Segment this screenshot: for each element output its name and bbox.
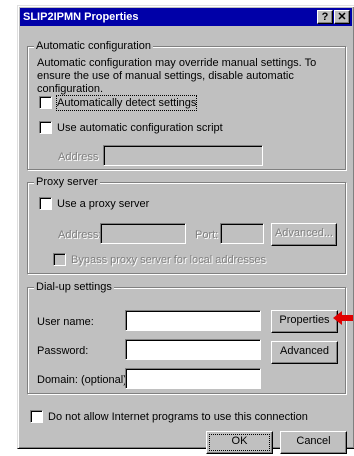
red-arrow-icon xyxy=(333,311,353,325)
automatic-configuration-legend: Automatic configuration xyxy=(34,39,153,53)
properties-dialog: SLIP2IPMN Properties ? ✕ Automatic confi… xyxy=(17,5,354,454)
ok-button[interactable]: OK xyxy=(206,431,273,454)
no-internet-checkbox[interactable] xyxy=(30,410,43,423)
no-internet-label[interactable]: Do not allow Internet programs to use th… xyxy=(48,410,308,424)
bypass-local-checkbox[interactable] xyxy=(53,253,66,266)
help-button[interactable]: ? xyxy=(317,10,333,24)
user-name-label: User name: xyxy=(37,316,94,328)
use-proxy-label[interactable]: Use a proxy server xyxy=(57,197,149,211)
proxy-address-label: Address: xyxy=(58,229,102,241)
domain-input[interactable] xyxy=(125,368,261,389)
proxy-port-label: Port: xyxy=(195,229,219,241)
password-label: Password: xyxy=(37,345,89,357)
proxy-server-legend: Proxy server xyxy=(34,175,100,189)
config-script-label[interactable]: Use automatic configuration script xyxy=(57,121,223,135)
dial-up-settings-group: Dial-up settings User name: Password: Do… xyxy=(27,280,346,394)
user-name-input[interactable] xyxy=(125,310,261,331)
dial-up-advanced-button[interactable]: Advanced xyxy=(271,341,338,364)
dial-up-properties-button[interactable]: Properties xyxy=(271,310,338,333)
automatic-configuration-description: Automatic configuration may override man… xyxy=(37,57,317,95)
dial-up-settings-legend: Dial-up settings xyxy=(34,280,114,294)
close-button[interactable]: ✕ xyxy=(334,10,350,24)
cancel-button[interactable]: Cancel xyxy=(280,431,347,454)
domain-label: Domain: (optional) xyxy=(37,374,127,386)
use-proxy-checkbox[interactable] xyxy=(39,197,52,210)
proxy-server-group: Proxy server Use a proxy server Address:… xyxy=(27,175,346,274)
title-bar: SLIP2IPMN Properties ? ✕ xyxy=(20,8,352,26)
auto-detect-label[interactable]: Automatically detect settings xyxy=(55,95,198,111)
automatic-configuration-group: Automatic configuration Automatic config… xyxy=(27,39,346,170)
window-title: SLIP2IPMN Properties xyxy=(23,11,139,23)
script-address-label: Address xyxy=(58,151,99,163)
config-script-checkbox[interactable] xyxy=(39,121,52,134)
proxy-advanced-button[interactable]: Advanced... xyxy=(271,223,337,246)
bypass-local-label[interactable]: Bypass proxy server for local addresses xyxy=(71,253,266,267)
password-input[interactable] xyxy=(125,339,261,360)
auto-detect-checkbox[interactable] xyxy=(39,96,52,109)
script-address-input[interactable] xyxy=(103,145,263,166)
proxy-address-input[interactable] xyxy=(100,223,186,244)
proxy-port-input[interactable] xyxy=(220,223,264,244)
